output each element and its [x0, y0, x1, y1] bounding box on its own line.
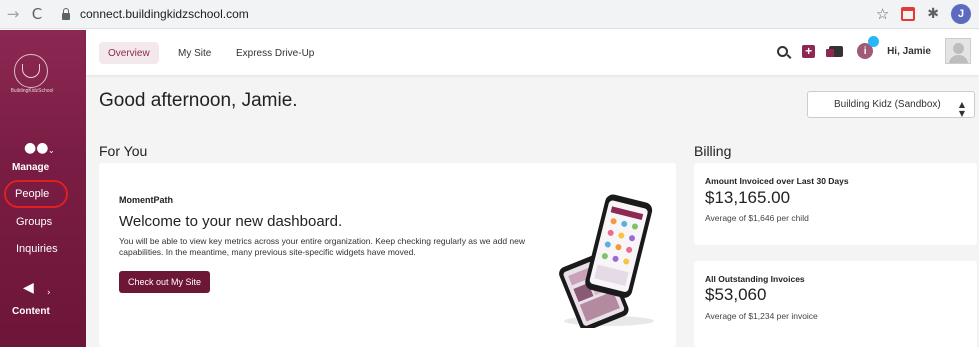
- user-avatar[interactable]: [945, 38, 971, 64]
- sidebar-manage-label[interactable]: Manage: [12, 162, 49, 173]
- browser-profile-avatar[interactable]: J: [951, 4, 971, 24]
- people-group-icon[interactable]: ●●: [24, 140, 48, 156]
- billing-label: All Outstanding Invoices: [705, 274, 805, 284]
- url-text[interactable]: connect.buildingkidzschool.com: [80, 7, 249, 21]
- notification-badge: [868, 36, 880, 47]
- extensions-puzzle-icon[interactable]: ✱: [927, 6, 939, 22]
- user-greeting[interactable]: Hi, Jamie: [887, 46, 931, 57]
- billing-subtext: Average of $1,646 per child: [705, 213, 809, 223]
- reload-icon[interactable]: C: [26, 3, 48, 25]
- browser-toolbar: → C connect.buildingkidzschool.com ☆ ✱ J: [0, 0, 979, 29]
- billing-value: $13,165.00: [705, 188, 791, 207]
- billing-value: $53,060: [705, 285, 767, 304]
- lock-icon: [60, 8, 72, 20]
- billing-label: Amount Invoiced over Last 30 Days: [705, 176, 849, 186]
- bookmark-star-icon[interactable]: ☆: [876, 5, 889, 23]
- welcome-heading: Welcome to your new dashboard.: [119, 213, 343, 230]
- tab-express-drive-up[interactable]: Express Drive-Up: [236, 42, 314, 64]
- address-bar[interactable]: connect.buildingkidzschool.com: [54, 3, 904, 25]
- sidebar-item-inquiries[interactable]: Inquiries: [16, 243, 58, 255]
- sidebar-item-people[interactable]: People: [15, 188, 49, 200]
- messages-icon[interactable]: [826, 45, 844, 57]
- sidebar-item-groups[interactable]: Groups: [16, 216, 52, 228]
- welcome-card: MomentPath Welcome to your new dashboard…: [99, 163, 676, 347]
- top-navigation: Overview My Site Express Drive-Up + i Hi…: [86, 30, 979, 75]
- notifications[interactable]: i: [857, 36, 880, 59]
- tab-my-site[interactable]: My Site: [178, 42, 211, 64]
- momentpath-brand: MomentPath: [119, 195, 173, 205]
- for-you-title: For You: [99, 143, 148, 159]
- school-logo[interactable]: [14, 54, 48, 88]
- search-icon[interactable]: [777, 45, 789, 57]
- tab-overview[interactable]: Overview: [99, 42, 159, 64]
- phone-illustration: [559, 194, 654, 328]
- billing-subtext: Average of $1,234 per invoice: [705, 311, 818, 321]
- sidebar: BuildingKidzSchool ●● ⌄ Manage People Gr…: [0, 30, 86, 347]
- page-title: Good afternoon, Jamie.: [99, 90, 298, 111]
- select-caret-icon: ▲ ▼: [958, 100, 965, 118]
- site-selector-value: Building Kidz (Sandbox): [834, 99, 941, 110]
- extension-icon[interactable]: [901, 7, 916, 21]
- welcome-text: You will be able to view key metrics acr…: [119, 236, 526, 257]
- add-plus-icon[interactable]: +: [802, 44, 816, 58]
- main-content: Overview My Site Express Drive-Up + i Hi…: [86, 30, 979, 347]
- billing-card-outstanding: All Outstanding Invoices $53,060 Average…: [694, 261, 977, 347]
- site-selector[interactable]: Building Kidz (Sandbox) ▲ ▼: [807, 91, 975, 118]
- back-arrow-icon[interactable]: →: [2, 3, 24, 25]
- check-out-my-site-button[interactable]: Check out My Site: [119, 271, 211, 293]
- billing-title: Billing: [694, 143, 732, 159]
- chevron-down-icon[interactable]: ⌄: [48, 146, 55, 155]
- chevron-right-icon[interactable]: ›: [47, 288, 51, 298]
- billing-card-invoiced: Amount Invoiced over Last 30 Days $13,16…: [694, 163, 977, 245]
- megaphone-icon[interactable]: ◀: [23, 280, 34, 296]
- sidebar-content-label[interactable]: Content: [12, 306, 50, 317]
- logo-caption: BuildingKidzSchool: [10, 88, 54, 94]
